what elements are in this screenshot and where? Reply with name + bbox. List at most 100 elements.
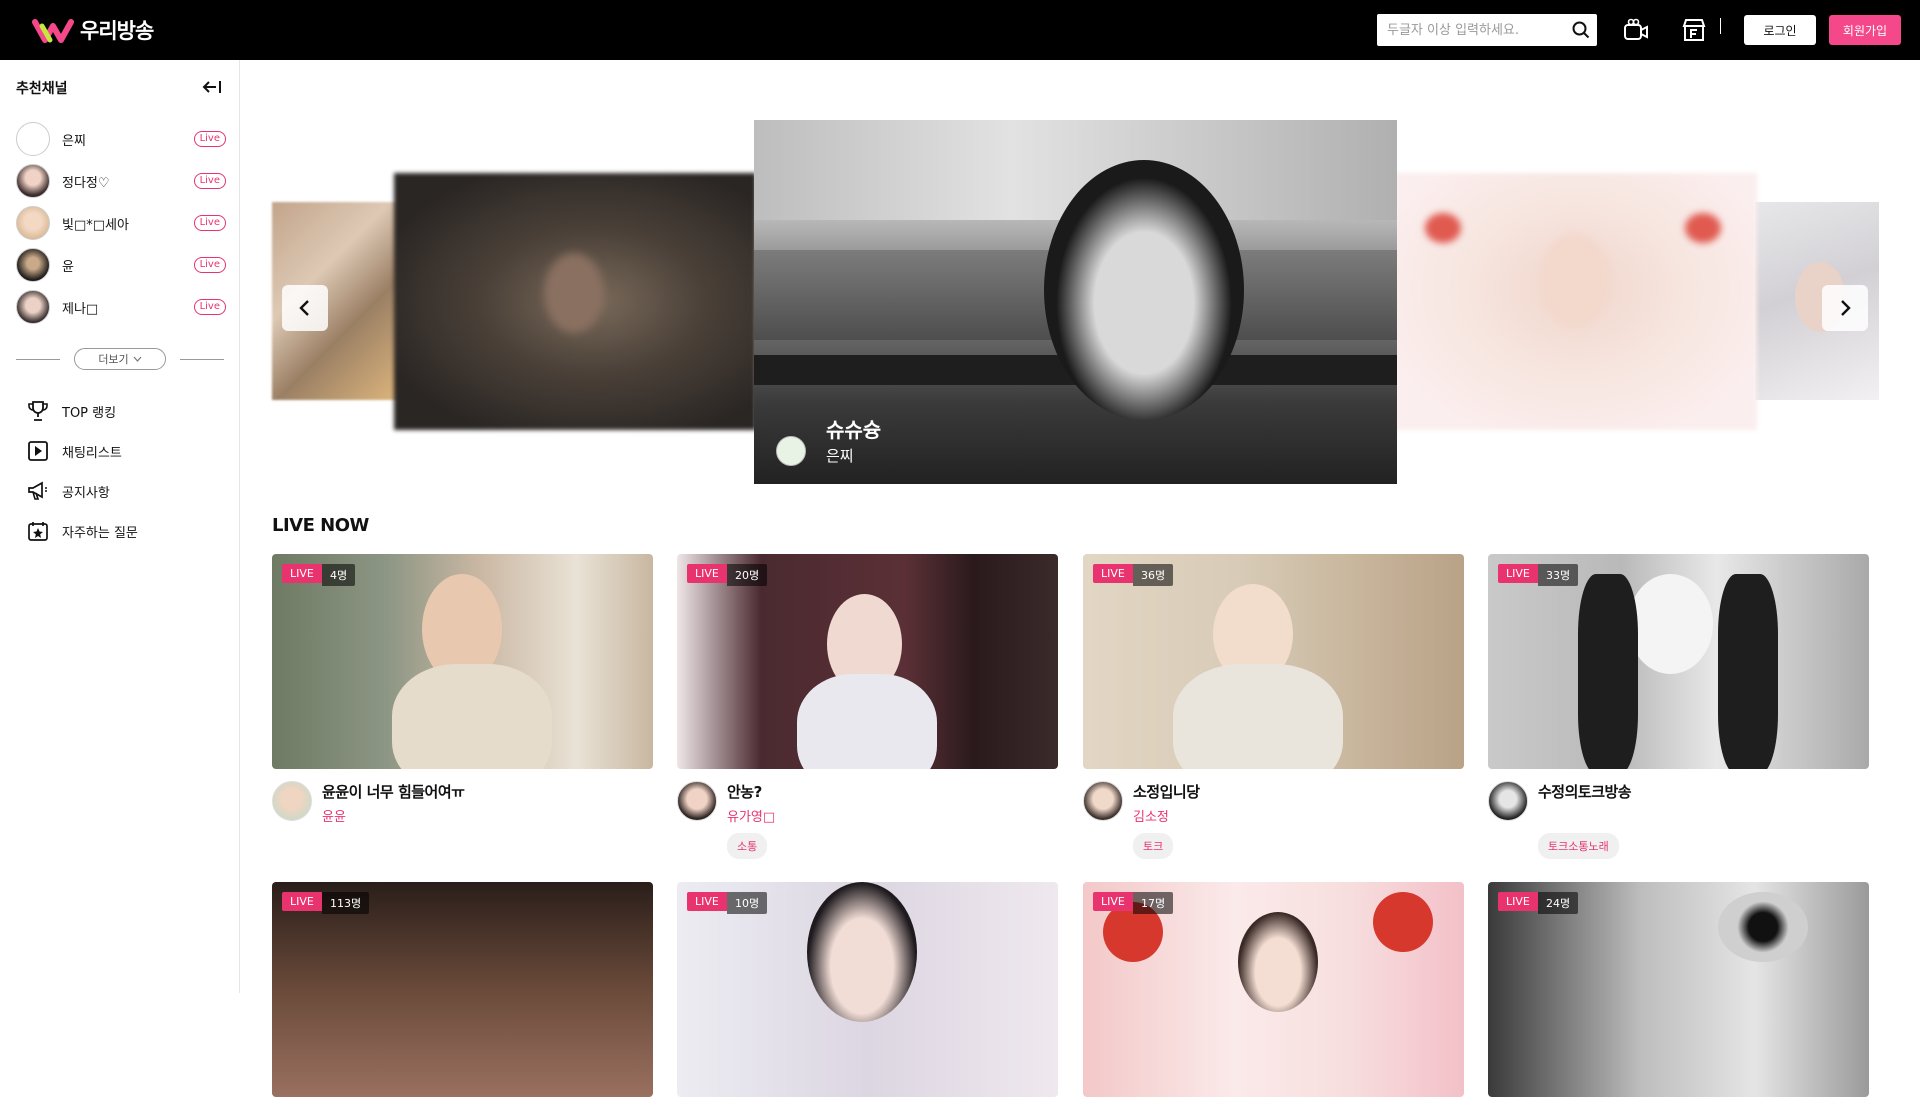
sidebar: 추천채널 은찌 Live 정다정♡ Live 빛□*□세아 Live 윤 Liv…	[0, 60, 240, 993]
live-card[interactable]: LIVE 17명	[1083, 882, 1464, 1097]
streamer-avatar[interactable]	[272, 781, 312, 821]
slide-caption: 슈슈슝 은찌	[776, 414, 881, 466]
live-thumbnail[interactable]: LIVE 36명	[1083, 554, 1464, 769]
viewer-count: 36명	[1133, 564, 1174, 586]
menu-faq[interactable]: 자주하는 질문	[26, 518, 138, 544]
channel-name: 윤	[62, 259, 74, 275]
live-badge: Live	[193, 257, 226, 273]
card-info: 안농? 유가영□	[677, 781, 1058, 825]
slide-avatar	[776, 436, 806, 466]
viewer-count: 20명	[727, 564, 768, 586]
more-row: 더보기	[16, 348, 224, 370]
live-thumbnail[interactable]: LIVE 10명	[677, 882, 1058, 1097]
carousel-next-button[interactable]	[1822, 285, 1868, 331]
signup-button[interactable]: 회원가입	[1829, 15, 1901, 45]
carousel-slide[interactable]	[394, 173, 756, 430]
streamer-avatar[interactable]	[1083, 781, 1123, 821]
menu-chat-list[interactable]: 채팅리스트	[26, 438, 122, 464]
live-badge: LIVE	[1093, 564, 1133, 583]
category-tag[interactable]: 토크소통노래	[1538, 833, 1619, 859]
viewer-count: 4명	[322, 564, 356, 586]
live-badge: Live	[193, 299, 226, 315]
viewer-count: 24명	[1538, 892, 1579, 914]
streamer-avatar[interactable]	[1488, 781, 1528, 821]
carousel-slide[interactable]	[1395, 173, 1757, 430]
stream-title[interactable]: 소정입니당	[1133, 781, 1200, 802]
channel-avatar	[16, 206, 50, 240]
live-badge: LIVE	[687, 564, 727, 583]
carousel-prev-button[interactable]	[282, 285, 328, 331]
streamer-name[interactable]: 윤윤	[322, 806, 464, 825]
streamer-avatar[interactable]	[677, 781, 717, 821]
stream-title[interactable]: 윤윤이 너무 힘들어여ㅠ	[322, 781, 465, 802]
live-thumbnail[interactable]: LIVE 17명	[1083, 882, 1464, 1097]
live-card[interactable]: LIVE 10명	[677, 882, 1058, 1097]
stream-title[interactable]: 수정의토크방송	[1538, 781, 1632, 802]
streamer-name[interactable]: 김소정	[1133, 806, 1200, 825]
carousel-slide-active[interactable]: 슈슈슝 은찌	[754, 120, 1397, 484]
header-separator	[1720, 18, 1721, 34]
live-thumbnail[interactable]: LIVE 20명	[677, 554, 1058, 769]
streamer-name[interactable]: 유가영□	[727, 806, 775, 825]
broadcast-icon[interactable]	[1622, 16, 1650, 44]
menu-notice[interactable]: 공지사항	[26, 478, 110, 504]
channel-name: 제나□	[62, 301, 99, 317]
channel-avatar	[16, 290, 50, 324]
menu-label: 채팅리스트	[62, 445, 122, 461]
menu-label: 공지사항	[62, 485, 110, 501]
chevron-down-icon	[133, 356, 142, 362]
live-badge: Live	[193, 173, 226, 189]
live-card[interactable]: LIVE 33명 수정의토크방송 토크소통노래	[1488, 554, 1869, 859]
megaphone-icon	[26, 479, 50, 503]
slide-streamer: 은찌	[826, 447, 854, 465]
viewer-count: 113명	[322, 892, 370, 914]
live-card[interactable]: LIVE 20명 안농? 유가영□ 소통	[677, 554, 1058, 859]
live-card[interactable]: LIVE 24명	[1488, 882, 1869, 1097]
sidebar-channel-item[interactable]: 제나□ Live	[16, 290, 226, 324]
more-button[interactable]: 더보기	[74, 348, 166, 370]
live-badge: LIVE	[282, 892, 322, 911]
live-card[interactable]: LIVE 4명 윤윤이 너무 힘들어여ㅠ 윤윤	[272, 554, 653, 825]
category-tag[interactable]: 토크	[1133, 833, 1174, 859]
play-icon	[26, 439, 50, 463]
stream-title[interactable]: 안농?	[727, 781, 775, 802]
card-info: 소정입니당 김소정	[1083, 781, 1464, 825]
login-button[interactable]: 로그인	[1744, 15, 1816, 45]
sidebar-channel-item[interactable]: 정다정♡ Live	[16, 164, 226, 198]
viewer-count: 17명	[1133, 892, 1174, 914]
divider	[180, 358, 224, 360]
trophy-icon	[26, 399, 50, 423]
top-header: 우리방송 로그인 회원가입	[0, 0, 1920, 60]
more-label: 더보기	[98, 353, 129, 366]
search-icon[interactable]	[1565, 14, 1597, 46]
live-card[interactable]: LIVE 36명 소정입니당 김소정 토크	[1083, 554, 1464, 859]
menu-top-ranking[interactable]: TOP 랭킹	[26, 398, 116, 424]
card-info: 수정의토크방송	[1488, 781, 1869, 823]
channel-name: 은찌	[62, 133, 86, 149]
live-thumbnail[interactable]: LIVE 113명	[272, 882, 653, 1097]
store-icon[interactable]	[1680, 16, 1708, 44]
live-badge: LIVE	[282, 564, 322, 583]
collapse-sidebar-icon[interactable]	[200, 76, 224, 98]
slide-title: 슈슈슝	[826, 418, 882, 442]
divider	[16, 358, 60, 360]
logo-heart-icon	[32, 19, 74, 43]
live-card[interactable]: LIVE 113명	[272, 882, 653, 1097]
sidebar-channel-item[interactable]: 윤 Live	[16, 248, 226, 282]
live-badge: LIVE	[1093, 892, 1133, 911]
live-badge: LIVE	[1498, 564, 1538, 583]
live-thumbnail[interactable]: LIVE 33명	[1488, 554, 1869, 769]
search-input[interactable]	[1377, 14, 1565, 46]
live-thumbnail[interactable]: LIVE 4명	[272, 554, 653, 769]
category-tag[interactable]: 소통	[727, 833, 768, 859]
search-box	[1377, 14, 1597, 46]
sidebar-channel-item[interactable]: 은찌 Live	[16, 122, 226, 156]
featured-carousel: 슈슈슝 은찌	[272, 120, 1879, 484]
sidebar-channel-item[interactable]: 빛□*□세아 Live	[16, 206, 226, 240]
menu-label: 자주하는 질문	[62, 525, 138, 541]
sidebar-title: 추천채널	[16, 81, 68, 97]
live-thumbnail[interactable]: LIVE 24명	[1488, 882, 1869, 1097]
site-logo[interactable]: 우리방송	[32, 15, 154, 45]
viewer-count: 33명	[1538, 564, 1579, 586]
card-info: 윤윤이 너무 힘들어여ㅠ 윤윤	[272, 781, 653, 825]
